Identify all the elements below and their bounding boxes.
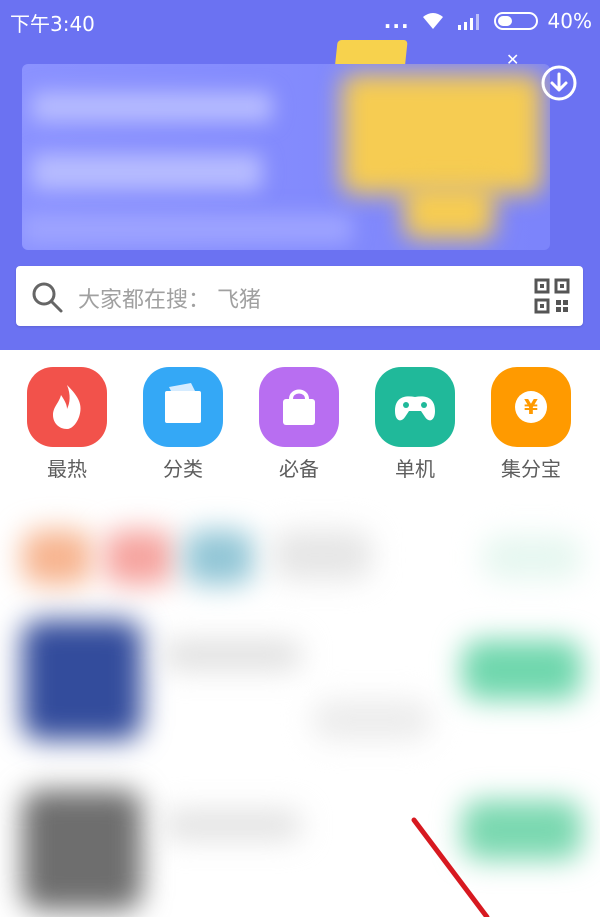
qr-scan-icon[interactable]: [533, 277, 571, 315]
category-bar: 最热 分类 必备 单机 ¥ 集分宝: [0, 352, 600, 492]
blurred-row-1: [22, 530, 92, 585]
category-hot-label: 最热: [47, 457, 87, 481]
gamepad-icon: [375, 367, 455, 447]
blurred-row-2-button[interactable]: [462, 640, 582, 700]
fire-icon: [27, 367, 107, 447]
signal-icon: [457, 14, 479, 30]
svg-text:¥: ¥: [524, 395, 538, 419]
search-bar[interactable]: 大家都在搜： 飞猪: [16, 266, 583, 326]
category-essential[interactable]: 必备: [249, 367, 349, 482]
wifi-icon: [422, 13, 443, 29]
blurred-row-1-item: [272, 530, 372, 580]
category-essential-label: 必备: [279, 457, 319, 481]
category-offline-games[interactable]: 单机: [365, 367, 465, 482]
category-classify-label: 分类: [163, 457, 203, 481]
category-classify[interactable]: 分类: [133, 367, 233, 482]
banner[interactable]: [22, 64, 550, 250]
category-jifenbao-label: 集分宝: [501, 457, 561, 481]
blurred-row-1-item: [104, 530, 174, 585]
status-dots: ...: [383, 9, 410, 33]
blurred-row-3-text: [162, 810, 302, 840]
blurred-row-2-icon: [22, 620, 142, 740]
battery-percent: 40%: [547, 9, 592, 33]
download-icon[interactable]: [540, 64, 578, 102]
category-hot[interactable]: 最热: [17, 367, 117, 482]
blurred-row-1-item: [184, 530, 254, 585]
blurred-row-1-button: [482, 535, 582, 580]
folder-icon: [143, 367, 223, 447]
blurred-row-2-text: [312, 700, 432, 740]
search-icon: [32, 282, 63, 313]
header: 下午3:40 ... 40% ✕ 大家都在搜： 飞猪: [0, 0, 600, 350]
yen-coin-icon: ¥: [491, 367, 571, 447]
battery-icon: [493, 12, 538, 30]
app-list-blurred: [12, 500, 594, 917]
blurred-row-3-button[interactable]: [462, 800, 582, 860]
bag-icon: [259, 367, 339, 447]
status-time: 下午3:40: [10, 12, 95, 36]
status-icons: ... 40%: [384, 8, 592, 34]
blurred-row-2-text: [162, 640, 302, 670]
category-jifenbao[interactable]: ¥ 集分宝: [481, 367, 581, 482]
category-offline-games-label: 单机: [395, 457, 435, 481]
blurred-row-3-icon: [22, 790, 142, 910]
status-bar: 下午3:40 ... 40%: [0, 0, 600, 42]
search-placeholder: 大家都在搜： 飞猪: [78, 288, 261, 313]
